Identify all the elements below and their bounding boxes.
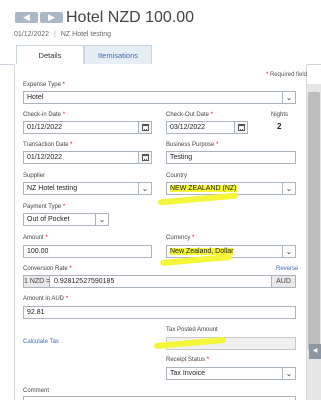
calendar-icon[interactable] [234,122,247,133]
amount-label: Amount * [23,235,48,241]
chevron-down-icon: ⌄ [282,368,295,379]
expense-subtitle: NZ Hotel testing [60,31,112,38]
business-purpose-field[interactable]: Testing [166,151,296,164]
tax-posted-amount-label: Tax Posted Amount [166,327,218,333]
conversion-rate-field[interactable]: 1 NZD = 0.92812527590185 AUD [23,275,296,288]
conversion-suffix: AUD [271,276,295,287]
chevron-down-icon: ⌄ [282,246,295,257]
payment-type-label: Payment Type * [23,204,66,210]
check-out-date-field[interactable]: 03/12/2022 [166,121,248,134]
payment-type-select[interactable]: Out of Pocket ⌄ [23,213,109,226]
expense-subline: 01/12/2022 | NZ Hotel testing [14,31,112,38]
nights-value: 2 [277,122,282,131]
amount-aud-label: Amount in AUD * [23,296,69,302]
amount-aud-field[interactable]: 92.81 [23,306,296,319]
comment-field[interactable] [23,396,296,400]
calendar-icon[interactable] [138,122,151,133]
expense-type-label: Expense Type * [23,82,65,88]
transaction-date-label: Transaction Date * [23,142,73,148]
chevron-down-icon: ⌄ [282,92,295,103]
header: ◀ ▶ Hotel NZD 100.00 01/12/2022 | NZ Hotel… [0,0,321,44]
previous-button[interactable]: ◀ [15,12,38,23]
tab-details[interactable]: Details [16,45,84,65]
calendar-icon[interactable] [138,152,151,163]
tab-itemisations[interactable]: Itemisations [84,45,152,65]
currency-label: Currency * [166,235,195,241]
tab-bar: Details Itemisations [0,45,321,65]
chevron-down-icon: ⌄ [95,214,108,225]
amount-field[interactable]: 100.00 [23,245,152,258]
transaction-date-field[interactable]: 01/12/2022 [23,151,152,164]
check-out-label: Check-Out Date * [166,112,214,118]
nights-label: Nights [271,112,289,118]
supplier-label: Supplier [23,173,46,179]
conversion-prefix: 1 NZD = [24,276,51,287]
required-field-note: * Required field [265,72,307,78]
side-panel-toggle-button[interactable]: ◀ [309,344,321,359]
scrollbar-thumb[interactable] [308,92,320,350]
chevron-down-icon: ⌄ [138,183,151,194]
supplier-select[interactable]: NZ Hotel testing ⌄ [23,182,152,195]
calculate-tax-link[interactable]: Calculate Tax [23,339,59,345]
reverse-link[interactable]: Reverse [276,266,298,272]
page-title: Hotel NZD 100.00 [66,9,195,26]
receipt-status-select[interactable]: Tax Invoice ⌄ [166,367,296,380]
next-button[interactable]: ▶ [40,12,63,23]
check-in-label: Check-in Date * [23,112,66,118]
expense-date: 01/12/2022 [14,31,50,38]
chevron-right-icon: ▶ [48,12,55,22]
expense-type-select[interactable]: Hotel ⌄ [23,91,296,104]
chevron-left-icon: ◀ [23,12,30,22]
receipt-status-label: Receipt Status * [166,357,210,363]
business-purpose-label: Business Purpose * [166,142,219,148]
chevron-down-icon: ⌄ [282,183,295,194]
country-label: Country [166,173,188,179]
chevron-left-icon: ◀ [312,348,318,354]
comment-label: Comment [23,388,50,394]
conversion-rate-label: Conversion Rate * [23,266,72,272]
check-in-date-field[interactable]: 01/12/2022 [23,121,152,134]
